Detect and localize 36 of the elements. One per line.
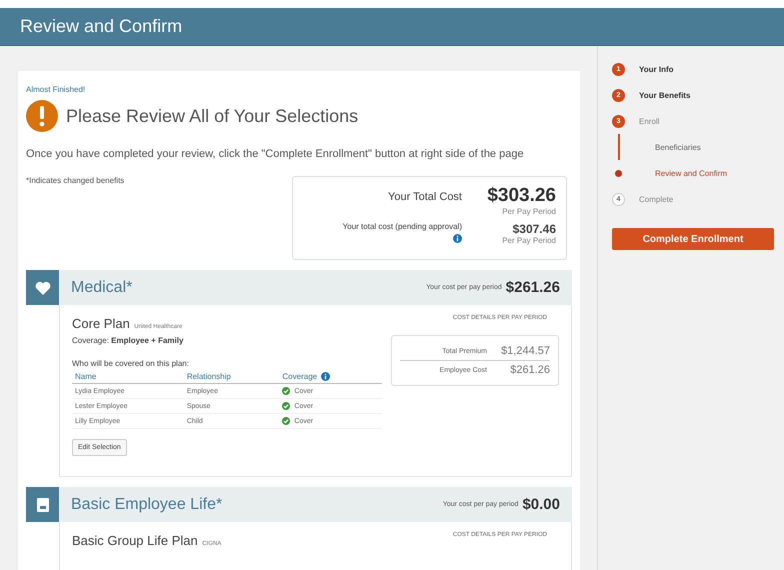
- heart-icon: [34, 280, 50, 294]
- period-label: Per Pay Period: [502, 207, 556, 216]
- info-icon[interactable]: [321, 372, 330, 381]
- substep-label[interactable]: Beneficiaries: [655, 142, 701, 152]
- cost-amount: $261.26: [506, 279, 560, 296]
- period-label: Per Pay Period: [502, 236, 556, 245]
- page-title-bar: Review and Confirm: [0, 8, 784, 46]
- benefit-title: Basic Employee Life*: [71, 496, 224, 514]
- step-label[interactable]: Enroll: [639, 116, 660, 126]
- cost-amount: $307.46: [512, 222, 556, 236]
- substep-label[interactable]: Review and Confirm: [655, 168, 728, 178]
- note-text: *Indicates changed benefits: [26, 176, 124, 187]
- complete-enrollment-button[interactable]: Complete Enrollment: [612, 228, 774, 250]
- plan-name: Basic Group Life Plan: [72, 533, 198, 548]
- page-heading: Please Review All of Your Selections: [66, 106, 358, 126]
- step-label[interactable]: Your Benefits: [639, 90, 690, 100]
- info-icon[interactable]: [453, 234, 462, 243]
- cost-amount: $0.00: [522, 496, 560, 513]
- coverage-text: Coverage: Employee + Family: [72, 336, 184, 345]
- plan-name: Core Plan: [72, 316, 130, 331]
- cost-label: Your Total Cost: [388, 191, 462, 203]
- covered-label: Who will be covered on this plan:: [72, 359, 190, 368]
- detail-value: $261.26: [509, 364, 550, 376]
- cost-amount: $303.26: [487, 185, 556, 207]
- document-icon: [36, 498, 48, 512]
- exclamation-icon: [26, 100, 58, 132]
- status-text: Almost Finished!: [26, 85, 86, 94]
- benefit-title: Medical*: [71, 278, 134, 296]
- cost-label: Your total cost (pending approval): [342, 222, 462, 231]
- column-header: Relationship: [186, 372, 231, 381]
- step-label[interactable]: Complete: [639, 194, 674, 204]
- column-header: Coverage: [282, 372, 318, 381]
- instruction-text: Once you have completed your review, click the "Complete Enrollment" button at right side of the page: [26, 148, 525, 160]
- detail-value: $1,244.57: [500, 345, 550, 357]
- step-label[interactable]: Your Info: [639, 64, 674, 74]
- column-header: Name: [75, 372, 96, 381]
